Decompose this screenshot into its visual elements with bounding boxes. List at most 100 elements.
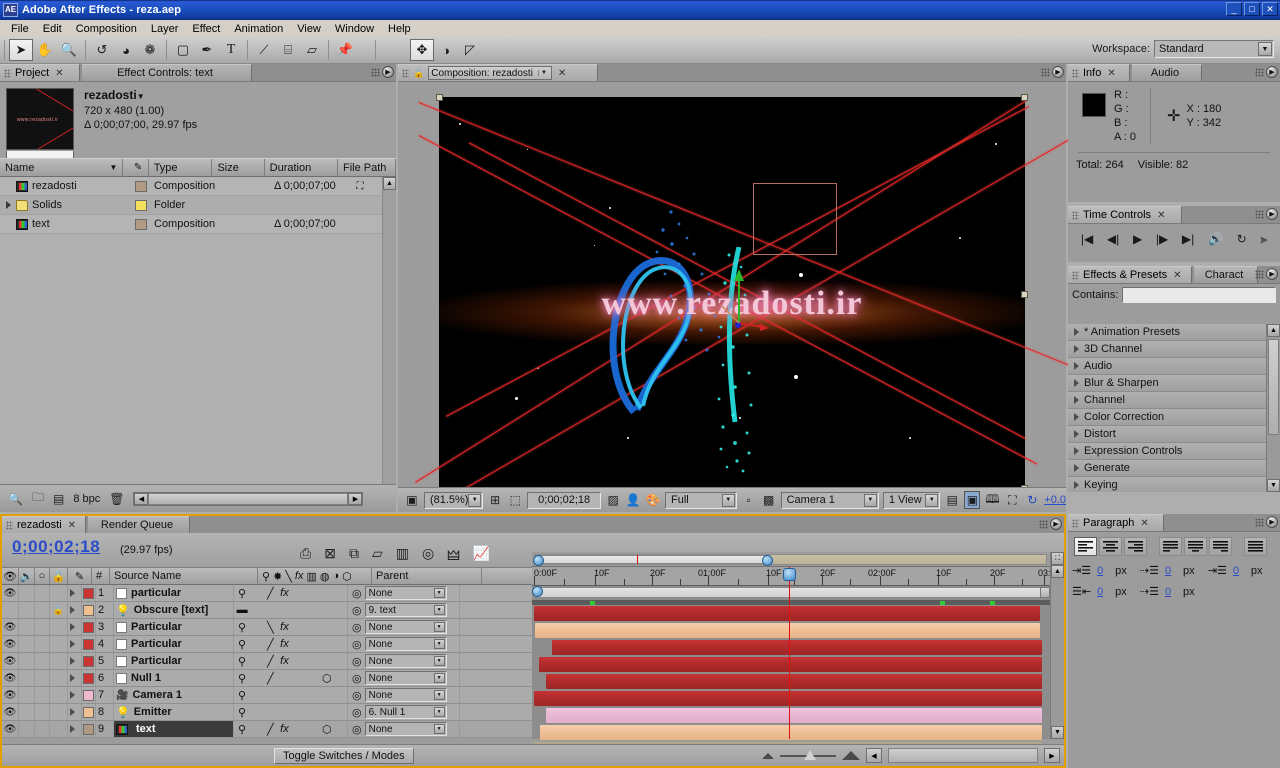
panel-menu-icon[interactable]: ▶ (1052, 66, 1064, 78)
resolution-select[interactable]: Full ▼ (665, 491, 737, 509)
reset-exposure-icon[interactable]: ↻ (1024, 491, 1040, 509)
layer-lock-toggle[interactable] (50, 721, 68, 737)
table-row[interactable]: text Composition Δ 0;00;07;00 (0, 215, 396, 234)
layer-source-name[interactable]: text (114, 721, 234, 737)
layer-switches[interactable]: ⚲ ╱ fx ⬡ (234, 721, 348, 737)
layer-source-name[interactable]: particular (114, 585, 234, 601)
tab-audio[interactable]: Audio (1132, 64, 1202, 81)
scroll-down-icon[interactable]: ▼ (1051, 726, 1064, 739)
layer-label-swatch[interactable] (82, 636, 96, 652)
quality-icon[interactable]: ╱ (264, 723, 276, 736)
layer-twirl-icon[interactable] (68, 687, 82, 703)
column-source-name[interactable]: Source Name (110, 568, 258, 584)
magnification-select[interactable]: (81.5%) ▼ (423, 491, 484, 509)
parent-pickwhip-icon[interactable]: ◎ (352, 689, 362, 702)
clone-stamp-tool[interactable]: ⌸ (276, 39, 300, 61)
work-area-start-handle[interactable] (532, 586, 543, 597)
tab-paragraph[interactable]: Paragraph ✕ (1068, 514, 1164, 531)
layer-bar[interactable] (552, 640, 1042, 655)
parent-pickwhip-icon[interactable]: ◎ (352, 604, 362, 617)
work-area-end-handle[interactable] (1040, 587, 1050, 598)
indent-right-margin-field[interactable]: ⇥☰ 0 px (1208, 564, 1276, 578)
quality-icon[interactable]: ╲ (285, 570, 292, 583)
navigator-start-handle[interactable] (533, 555, 544, 566)
project-row-label-swatch[interactable] (128, 180, 154, 192)
quality-icon[interactable]: ╱ (264, 638, 276, 651)
new-composition-icon[interactable]: ▤ (53, 492, 64, 506)
layer-switches[interactable]: ⚲ ╲ fx (234, 619, 348, 635)
panel-menu-icon[interactable]: ▶ (1266, 516, 1278, 528)
composition-mini-flowchart-icon[interactable]: ⎙ (300, 545, 311, 562)
parent-select[interactable]: None ▼ (364, 671, 447, 685)
3d-layer-icon[interactable]: ⬡ (321, 723, 333, 736)
align-center-button[interactable] (1099, 537, 1122, 556)
parent-select[interactable]: 6. Null 1 ▼ (364, 705, 447, 719)
effects-icon[interactable]: fx (278, 621, 290, 633)
expand-triangle-icon[interactable] (6, 201, 11, 209)
indent-first-line-value[interactable]: 0 (1163, 565, 1181, 577)
timeline-vertical-scrollbar[interactable]: ⛶ ▲ ▼ (1050, 552, 1064, 739)
layer-switches[interactable]: ⚲ ╱ fx (234, 585, 348, 601)
table-row[interactable]: 👁 8 💡 Emitter ⚲ ◎ 6. Null 1 ▼ (2, 704, 532, 721)
expand-triangle-icon[interactable] (1074, 464, 1079, 472)
parent-select[interactable]: None ▼ (364, 620, 447, 634)
composition-selector[interactable]: Composition: rezadosti ▼ (428, 66, 552, 80)
layer-video-toggle[interactable]: 👁 (2, 636, 19, 652)
table-row[interactable]: 🔒 2 💡 Obscure [text] ▬ ◎ 9. text ▼ (2, 602, 532, 619)
effects-icon[interactable]: fx (278, 655, 290, 667)
column-solo-toggle[interactable]: ○ (35, 568, 50, 584)
exposure-value[interactable]: +0.0 (1044, 494, 1066, 506)
tab-rezadosti-timeline[interactable]: rezadosti ✕ (2, 516, 86, 533)
play-button[interactable]: ▶ (1133, 232, 1142, 246)
fast-previews-icon[interactable]: ▣ (964, 491, 981, 509)
parent-select[interactable]: None ▼ (364, 637, 447, 651)
project-vertical-scrollbar[interactable]: ▲ (382, 177, 396, 484)
rotation-tool[interactable]: ↺ (90, 39, 114, 61)
table-row[interactable]: 👁 5 Particular ⚲ ╱ fx ◎ None ▼ (2, 653, 532, 670)
layer-source-name[interactable]: Null 1 (114, 670, 234, 686)
layer-bar[interactable] (546, 674, 1042, 689)
new-folder-icon[interactable]: 🗀 (32, 488, 44, 509)
space-before-paragraph-field[interactable]: ☰⇤ 0 px (1072, 585, 1140, 599)
layer-parent[interactable]: ◎ 6. Null 1 ▼ (348, 704, 460, 720)
3d-layer-icon[interactable]: ⬡ (342, 570, 352, 583)
table-row[interactable]: 👁 7 🎥 Camera 1 ⚲ ◎ None ▼ (2, 687, 532, 704)
expand-triangle-icon[interactable] (1074, 396, 1079, 404)
layer-label-swatch[interactable] (82, 687, 96, 703)
layer-solo-toggle[interactable] (35, 619, 50, 635)
close-icon[interactable]: ✕ (1107, 68, 1115, 79)
tab-effects-presets[interactable]: Effects & Presets ✕ (1068, 266, 1192, 283)
indent-right-value[interactable]: 0 (1231, 565, 1249, 577)
justify-last-right-button[interactable] (1209, 537, 1232, 556)
graph-editor-icon[interactable]: 📈 (473, 545, 490, 562)
layer-video-toggle[interactable]: 👁 (2, 619, 19, 635)
layer-video-toggle[interactable]: 👁 (2, 704, 19, 720)
shy-icon[interactable]: ⚲ (236, 672, 248, 685)
layer-parent[interactable]: ◎ None ▼ (348, 670, 460, 686)
expand-triangle-icon[interactable] (1074, 481, 1079, 489)
layer-switches[interactable]: ⚲ ╱ fx (234, 653, 348, 669)
parent-pickwhip-icon[interactable]: ◎ (352, 587, 362, 600)
list-item[interactable]: Audio (1068, 358, 1280, 375)
eraser-tool[interactable]: ▱ (300, 39, 324, 61)
layer-lock-toggle[interactable]: 🔒 (50, 602, 68, 618)
column-header-type[interactable]: Type (149, 159, 213, 176)
project-row-name-cell[interactable]: text (0, 218, 128, 230)
scroll-up-icon[interactable]: ▲ (1051, 565, 1064, 578)
expand-triangle-icon[interactable] (1074, 328, 1079, 336)
3d-axis-gizmo[interactable] (711, 265, 771, 335)
shy-icon[interactable]: ⚲ (262, 570, 270, 583)
channel-rgb-icon[interactable]: 🎨 (645, 491, 661, 509)
list-item[interactable]: Color Correction (1068, 409, 1280, 426)
column-parent[interactable]: Parent (372, 568, 482, 584)
table-row[interactable]: Solids Folder (0, 196, 396, 215)
region-of-interest-icon[interactable]: ⬚ (507, 491, 523, 509)
column-header-file-path[interactable]: File Path (338, 159, 396, 176)
effects-vertical-scrollbar[interactable]: ▲ ▼ (1266, 324, 1280, 492)
navigator-track[interactable] (533, 554, 1047, 566)
delete-icon[interactable]: 🗑 (109, 492, 124, 506)
justify-all-button[interactable] (1244, 537, 1267, 556)
indent-left-value[interactable]: 0 (1095, 565, 1113, 577)
space-before-value[interactable]: 0 (1095, 586, 1113, 598)
shy-icon[interactable]: ⚲ (236, 723, 248, 736)
